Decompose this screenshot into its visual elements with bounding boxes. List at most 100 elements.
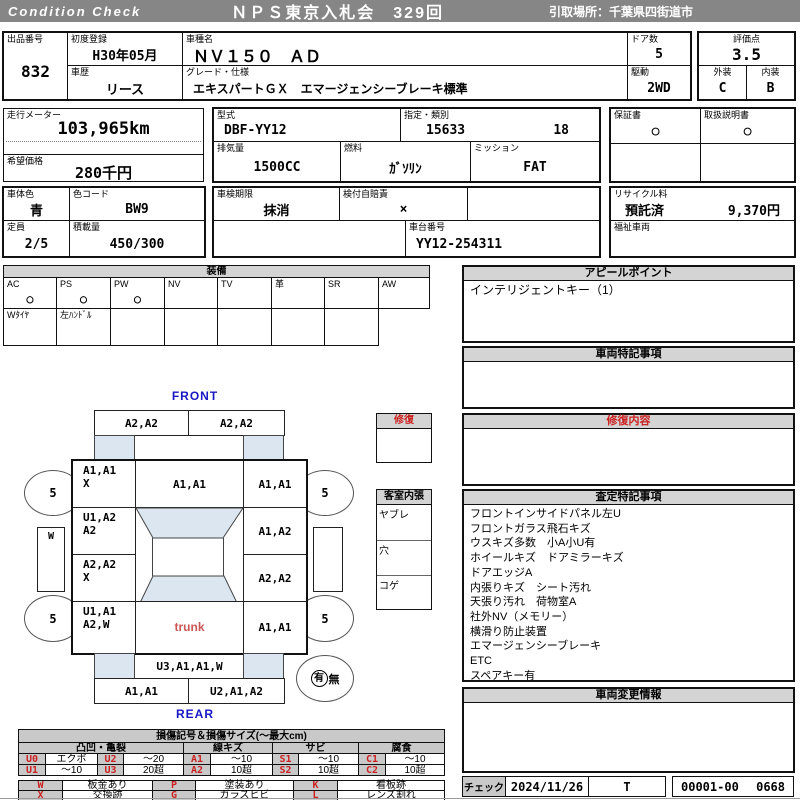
doors-value: 5 bbox=[655, 47, 663, 62]
equipment-label: SR bbox=[328, 279, 341, 289]
class-no2: 18 bbox=[553, 123, 569, 138]
repair-flag-box: 修復 bbox=[376, 413, 432, 463]
page-bottom-rule bbox=[0, 798, 800, 799]
spare-yes-circled: 有 bbox=[310, 670, 328, 687]
assessment-line: 横滑り防止装置 bbox=[470, 625, 547, 638]
equipment-label: Wﾀｲﾔ bbox=[7, 310, 29, 320]
first-registration-cell: 初度登録 H30年05月 bbox=[67, 32, 183, 66]
model-code-value: DBF-YY12 bbox=[224, 123, 287, 138]
panel-quarter-rear-right: A1,A1 bbox=[243, 601, 307, 654]
recycle-fee-cell: リサイクル料 預託済 9,370円 bbox=[610, 187, 795, 221]
damage-code: A2 bbox=[83, 524, 97, 537]
fuel-cell: 燃料 ｶﾞｿﾘﾝ bbox=[340, 141, 471, 182]
model-name-value: ＮＶ１５０ ＡＤ bbox=[193, 46, 322, 66]
change-info-panel: 車両変更情報 bbox=[462, 687, 795, 773]
history-cell: 車歴 リース bbox=[67, 65, 183, 100]
assessment-line: スペアキー有 bbox=[470, 669, 536, 682]
equipment-label: 左ﾊﾝﾄﾞﾙ bbox=[60, 310, 92, 320]
spare-tire-indicator: 有 無 bbox=[296, 655, 354, 702]
transmission-value: FAT bbox=[523, 159, 547, 175]
cabin-lining-box: 客室内張 ヤブレ 穴 コゲ bbox=[376, 489, 432, 610]
rear-pillar-left bbox=[94, 653, 135, 679]
color-code-cell: 色コード BW9 bbox=[69, 187, 205, 221]
damage-code: X bbox=[83, 477, 90, 490]
equipment-cell-empty bbox=[324, 308, 379, 346]
inspection-value: 抹消 bbox=[263, 204, 290, 219]
equipment-cell-empty bbox=[164, 308, 218, 346]
capacity-cell: 定員 2/5 bbox=[3, 220, 70, 257]
panel-rear-bumper-right: U2,A1,A2 bbox=[188, 678, 285, 704]
legend-code: S2 bbox=[272, 764, 299, 776]
legend-desc: 10超 bbox=[298, 764, 359, 776]
repair-details-title: 修復内容 bbox=[464, 415, 793, 429]
load-capacity-cell: 積載量 450/300 bbox=[69, 220, 205, 257]
check-no2: 0668 bbox=[756, 779, 785, 794]
panel-quarter-rear-left: U1,A1 A2,W bbox=[72, 601, 136, 654]
assessment-line: 天張り汚れ 荷物室A bbox=[470, 596, 577, 609]
empty-cell bbox=[213, 220, 406, 257]
damage-code: A2,W bbox=[83, 618, 110, 631]
assessment-line: エマージェンシーブレーキ bbox=[470, 640, 602, 653]
body-color-cell: 車体色 青 bbox=[3, 187, 70, 221]
capacity-value: 2/5 bbox=[24, 236, 49, 252]
cabin-row-tear: ヤブレ bbox=[379, 510, 409, 521]
equipment-cell-leather: 革 bbox=[271, 277, 325, 309]
exterior-grade-value: C bbox=[718, 80, 727, 96]
vehicle-notes-panel: 車両特記事項 bbox=[462, 346, 795, 409]
diagram-rear-label: REAR bbox=[175, 707, 214, 721]
title-bar: Condition Check ＮＰＳ東京入札会 329回 引取場所：千葉県四街… bbox=[0, 0, 800, 22]
divider bbox=[6, 141, 201, 142]
diagram-front-label: FRONT bbox=[171, 389, 219, 403]
color-code-value: BW9 bbox=[125, 202, 149, 217]
panel-fender-front-left: A1,A1 X bbox=[72, 460, 136, 508]
change-info-title: 車両変更情報 bbox=[464, 689, 793, 703]
manual-mark: ○ bbox=[743, 124, 752, 139]
roof bbox=[152, 538, 224, 576]
equipment-cell-aw: AW bbox=[378, 277, 430, 309]
insurance-cell: 検付自賠責 × bbox=[339, 187, 468, 221]
empty-cell bbox=[610, 143, 701, 182]
manual-cell: 取扱説明書 ○ bbox=[700, 108, 795, 144]
vehicle-notes-title: 車両特記事項 bbox=[464, 348, 793, 362]
panel-door-rear-left: A2,A2 X bbox=[72, 554, 136, 602]
transmission-cell: ミッション FAT bbox=[470, 141, 600, 182]
drive-cell: 駆動 2WD bbox=[627, 65, 691, 100]
check-staff: T bbox=[588, 776, 666, 797]
equipment-cell-ps: PS ○ bbox=[56, 277, 111, 309]
legend-code: C2 bbox=[358, 764, 386, 776]
equipment-mark: ○ bbox=[79, 291, 88, 306]
odometer-value: 103,965km bbox=[57, 119, 150, 139]
check-label: チェック bbox=[462, 776, 506, 797]
score-value: 3.5 bbox=[732, 45, 761, 64]
grade-cell: グレード・仕様 エキスパートＧＸ エマージェンシーブレーキ標準 bbox=[182, 65, 628, 100]
empty-cell bbox=[467, 187, 600, 221]
equipment-cell-empty bbox=[110, 308, 165, 346]
front-pillar-right bbox=[243, 435, 284, 461]
assessment-line: ドアエッジA bbox=[470, 566, 533, 579]
inspection-cell: 車検期限 抹消 bbox=[213, 187, 340, 221]
class-values: 15633 18 bbox=[401, 120, 599, 141]
panel-front-bumper-right: A2,A2 bbox=[188, 410, 285, 436]
equipment-label: 革 bbox=[275, 279, 285, 289]
panel-back-panel: U3,A1,A1,W bbox=[156, 659, 223, 673]
doors-cell: ドア数 5 bbox=[627, 32, 691, 66]
trunk-area: trunk bbox=[135, 601, 244, 654]
equipment-cell-ac: AC ○ bbox=[3, 277, 57, 309]
equipment-cell-lhd: 左ﾊﾝﾄﾞﾙ bbox=[56, 308, 111, 346]
price-value: 280千円 bbox=[74, 164, 133, 182]
chassis-value: YY12-254311 bbox=[416, 236, 503, 252]
assessment-lines: フロントインサイドパネル左U フロントガラス飛石キズ ウスキズ多数 小A小U有 … bbox=[464, 505, 793, 685]
exterior-grade-cell: 外装 C bbox=[698, 65, 747, 100]
sill-right bbox=[313, 527, 343, 592]
grade-value: エキスパートＧＸ エマージェンシーブレーキ標準 bbox=[193, 81, 468, 96]
panel-door-rear-right: A2,A2 bbox=[243, 554, 307, 602]
spare-no: 無 bbox=[328, 673, 340, 686]
repair-flag-title: 修復 bbox=[377, 414, 431, 429]
assessment-line: 内張りキズ シート汚れ bbox=[470, 581, 591, 594]
panel-front-bumper-left: A2,A2 bbox=[94, 410, 189, 436]
odometer-price-box: 走行メーター 103,965km 希望価格 280千円 bbox=[3, 108, 204, 182]
displacement-value: 1500CC bbox=[253, 159, 301, 175]
legend-desc: 10超 bbox=[210, 764, 273, 776]
recycle-amount: 9,370円 bbox=[727, 204, 780, 219]
assessment-panel: 査定特記事項 フロントインサイドパネル左U フロントガラス飛石キズ ウスキズ多数… bbox=[462, 489, 795, 682]
